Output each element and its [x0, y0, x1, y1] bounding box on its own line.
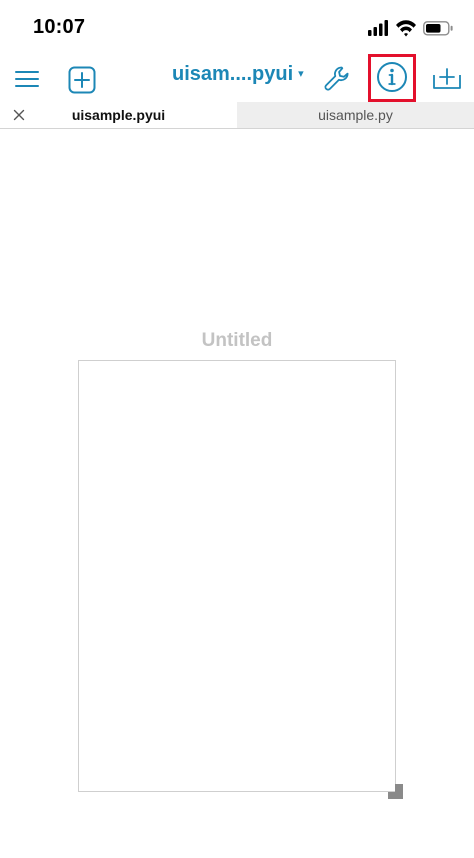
resize-handle-icon[interactable]: [388, 784, 403, 799]
tab-bar: uisample.pyui uisample.py: [0, 102, 474, 129]
info-icon[interactable]: [376, 61, 408, 93]
add-to-icon[interactable]: [432, 65, 462, 91]
document-title-button[interactable]: uisam....pyui ▾: [172, 63, 304, 86]
document-title: uisam....pyui: [172, 63, 294, 85]
wifi-icon: [396, 20, 416, 37]
add-icon[interactable]: [68, 66, 96, 94]
wrench-icon[interactable]: [323, 65, 351, 93]
menu-icon[interactable]: [15, 70, 39, 88]
tab-uisample-pyui[interactable]: uisample.pyui: [0, 102, 237, 128]
battery-icon: [423, 21, 453, 36]
ui-view-frame[interactable]: [78, 360, 396, 792]
tab-uisample-py[interactable]: uisample.py: [237, 102, 474, 128]
status-time: 10:07: [33, 16, 86, 38]
status-bar: 10:07: [0, 0, 474, 50]
screen: 10:07 uisam....pyui ▾ uisample.pyui uisa…: [0, 0, 474, 858]
status-icons: [368, 20, 453, 37]
cellular-signal-icon: [368, 20, 388, 36]
view-title[interactable]: Untitled: [78, 330, 396, 352]
tab-label: uisample.py: [318, 107, 393, 123]
tab-label: uisample.pyui: [71, 107, 166, 123]
close-tab-icon[interactable]: [12, 108, 26, 122]
dropdown-caret-icon: ▾: [298, 68, 304, 80]
